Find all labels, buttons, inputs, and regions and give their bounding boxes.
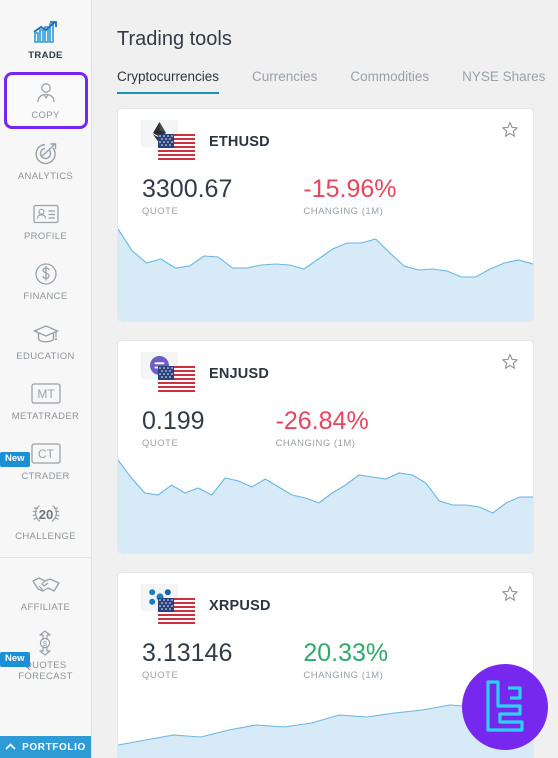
card-metrics: 3300.67 QUOTE -15.96% CHANGING (1M) xyxy=(118,157,533,217)
instrument-pair-name: ENJUSD xyxy=(209,365,270,382)
tab-bar: Cryptocurrencies Currencies Commodities … xyxy=(92,51,558,94)
tab-nyse-shares[interactable]: NYSE Shares xyxy=(462,69,545,94)
change-metric: 20.33% CHANGING (1M) xyxy=(303,639,388,681)
sidebar-divider xyxy=(0,557,91,558)
change-label: CHANGING (1M) xyxy=(303,206,384,217)
change-metric: -26.84% CHANGING (1M) xyxy=(276,407,369,449)
favorite-star-icon[interactable] xyxy=(501,585,519,603)
us-flag-icon xyxy=(158,597,195,624)
sparkline-chart xyxy=(118,221,533,321)
instrument-card-list: ETHUSD 3300.67 QUOTE -15.96% CHANGING (1… xyxy=(92,108,558,758)
sidebar-item-label: ANALYTICS xyxy=(17,170,74,182)
sidebar-item-label: PROFILE xyxy=(23,230,68,242)
sidebar-item-finance[interactable]: FINANCE xyxy=(0,251,91,311)
change-label: CHANGING (1M) xyxy=(275,438,356,449)
quote-value: 0.199 xyxy=(142,407,205,435)
sidebar-item-label: AFFILIATE xyxy=(20,601,71,613)
analytics-target-icon xyxy=(33,141,58,167)
sidebar-item-education[interactable]: EDUCATION xyxy=(0,311,91,371)
portfolio-label: PORTFOLIO xyxy=(22,741,86,753)
card-header: XRPUSD xyxy=(118,573,533,624)
portfolio-bar[interactable]: PORTFOLIO xyxy=(0,736,91,758)
instrument-icons xyxy=(141,583,203,628)
sidebar-item-ctrader[interactable]: New CT CTRADER xyxy=(0,431,91,491)
sidebar-item-metatrader[interactable]: MT METATRADER xyxy=(0,371,91,431)
card-header: ETHUSD xyxy=(118,109,533,160)
brand-logo-icon xyxy=(476,676,534,739)
app-root: TRADE COPY ANALYTICS PROFILE FINANCE EDU… xyxy=(0,0,558,758)
svg-text:20: 20 xyxy=(38,507,52,522)
sidebar-item-copy[interactable]: COPY xyxy=(3,72,88,129)
svg-text:MT: MT xyxy=(37,387,55,401)
chart-up-icon xyxy=(32,20,59,46)
quote-metric: 0.199 QUOTE xyxy=(142,407,205,449)
change-metric: -15.96% CHANGING (1M) xyxy=(303,175,396,217)
change-value: -26.84% xyxy=(275,407,369,435)
dollar-circle-icon xyxy=(34,261,58,287)
svg-text:CT: CT xyxy=(38,447,55,461)
sidebar-item-label: COPY xyxy=(31,110,60,121)
graduation-cap-icon xyxy=(32,321,59,347)
change-label: CHANGING (1M) xyxy=(303,670,384,681)
new-badge: New xyxy=(0,452,30,467)
page-title: Trading tools xyxy=(117,28,232,50)
sidebar-item-label: TRADE xyxy=(28,49,63,61)
ct-box-icon: CT xyxy=(30,441,61,467)
sidebar-item-affiliate[interactable]: AFFILIATE xyxy=(0,562,91,622)
us-flag-icon xyxy=(158,133,195,160)
new-badge: New xyxy=(0,652,30,667)
sidebar-item-challenge[interactable]: 20 CHALLENGE xyxy=(0,491,91,551)
brand-logo-button[interactable] xyxy=(462,664,548,750)
id-card-icon xyxy=(32,201,59,227)
quote-label: QUOTE xyxy=(142,206,179,217)
sidebar: TRADE COPY ANALYTICS PROFILE FINANCE EDU… xyxy=(0,0,92,758)
sidebar-item-profile[interactable]: PROFILE xyxy=(0,191,91,251)
change-value: -15.96% xyxy=(303,175,397,203)
tab-currencies[interactable]: Currencies xyxy=(252,69,317,94)
card-metrics: 0.199 QUOTE -26.84% CHANGING (1M) xyxy=(118,389,533,449)
quote-value: 3.13146 xyxy=(142,639,233,667)
sidebar-nav: TRADE COPY ANALYTICS PROFILE FINANCE EDU… xyxy=(0,0,91,690)
card-header: ENJUSD xyxy=(118,341,533,392)
sidebar-item-quotes-forecast[interactable]: New $ QUOTES FORECAST xyxy=(0,622,91,690)
sidebar-item-label: EDUCATION xyxy=(16,350,75,362)
quote-label: QUOTE xyxy=(142,670,179,681)
tab-cryptocurrencies[interactable]: Cryptocurrencies xyxy=(117,69,220,94)
sidebar-item-trade[interactable]: TRADE xyxy=(0,10,91,70)
tab-commodities[interactable]: Commodities xyxy=(350,69,429,94)
sidebar-item-label: FINANCE xyxy=(23,290,68,302)
instrument-pair-name: ETHUSD xyxy=(209,133,270,150)
sparkline-chart xyxy=(118,453,533,553)
instrument-icons xyxy=(141,119,203,164)
quote-label: QUOTE xyxy=(142,438,179,449)
sidebar-item-analytics[interactable]: ANALYTICS xyxy=(0,131,91,191)
sidebar-item-label: METATRADER xyxy=(11,410,80,422)
laurel-20-icon: 20 xyxy=(30,501,62,527)
instrument-card[interactable]: ETHUSD 3300.67 QUOTE -15.96% CHANGING (1… xyxy=(117,108,534,322)
card-metrics: 3.13146 QUOTE 20.33% CHANGING (1M) xyxy=(118,621,533,681)
instrument-card[interactable]: ENJUSD 0.199 QUOTE -26.84% CHANGING (1M) xyxy=(117,340,534,554)
us-flag-icon xyxy=(158,365,195,392)
sidebar-item-label: CHALLENGE xyxy=(15,530,76,542)
sidebar-item-label: CTRADER xyxy=(21,470,70,482)
quote-value: 3300.67 xyxy=(142,175,233,203)
favorite-star-icon[interactable] xyxy=(501,121,519,139)
handshake-icon xyxy=(31,572,61,598)
change-value: 20.33% xyxy=(303,639,389,667)
quote-metric: 3300.67 QUOTE xyxy=(142,175,232,217)
favorite-star-icon[interactable] xyxy=(501,353,519,371)
instrument-pair-name: XRPUSD xyxy=(209,597,271,614)
updown-dollar-icon: $ xyxy=(34,630,58,656)
quote-metric: 3.13146 QUOTE xyxy=(142,639,232,681)
instrument-icons xyxy=(141,351,203,396)
mt-box-icon: MT xyxy=(30,381,61,407)
chevron-up-icon xyxy=(5,742,16,753)
person-copy-icon xyxy=(34,80,58,106)
main-content: Trading tools Cryptocurrencies Currencie… xyxy=(92,0,558,758)
svg-text:$: $ xyxy=(43,641,47,648)
